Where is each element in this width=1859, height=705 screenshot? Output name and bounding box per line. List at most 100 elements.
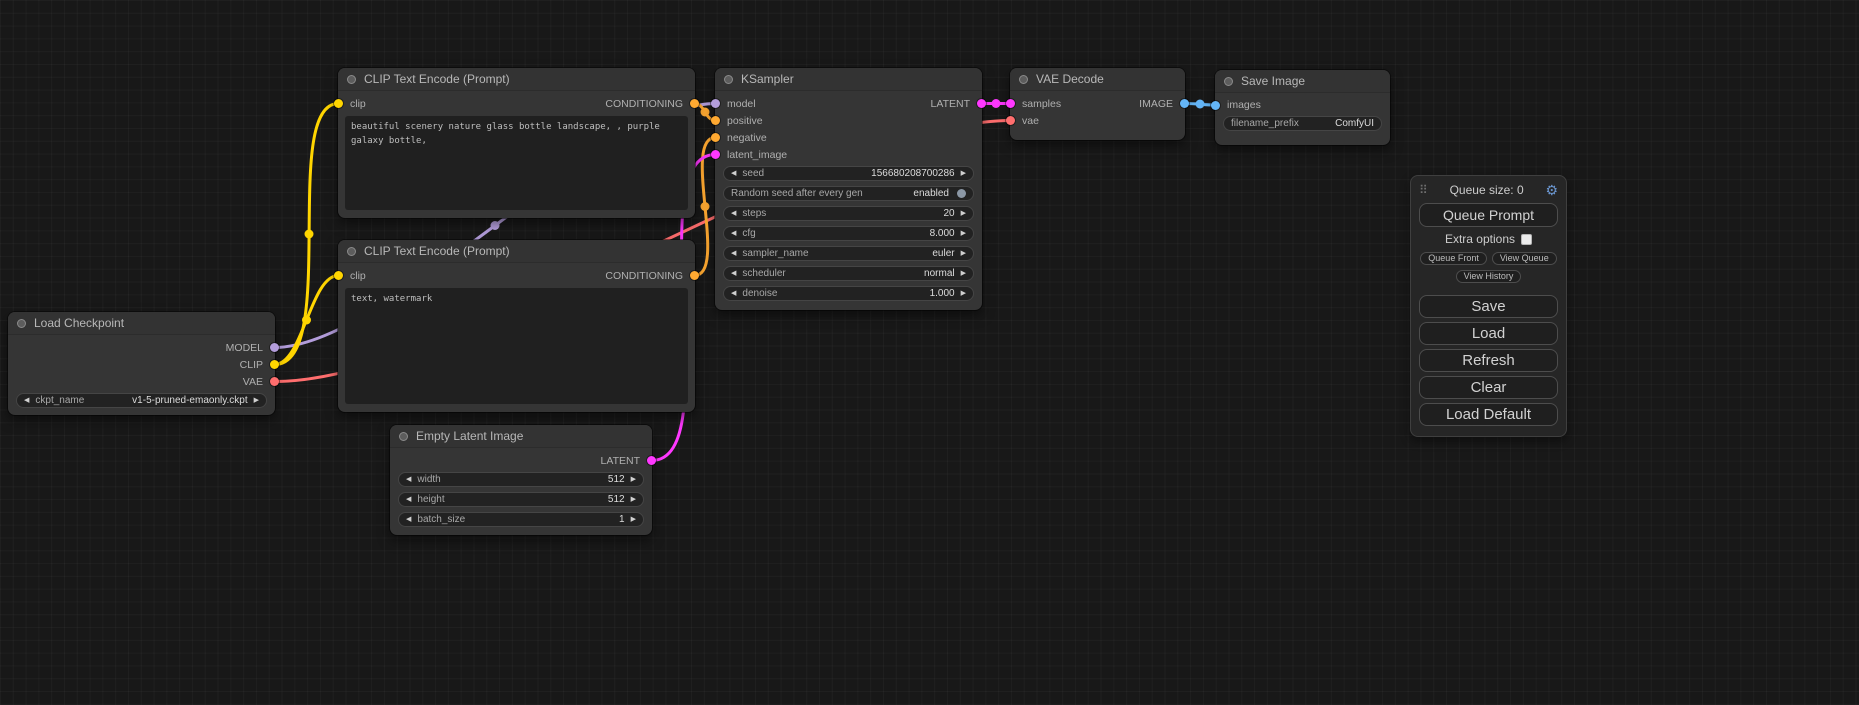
input-slot-samples[interactable] — [1006, 99, 1015, 108]
decrement-arrow-icon[interactable]: ◀ — [24, 397, 29, 404]
increment-arrow-icon[interactable]: ▶ — [961, 210, 966, 217]
decrement-arrow-icon[interactable]: ◀ — [406, 476, 411, 483]
increment-arrow-icon[interactable]: ▶ — [961, 270, 966, 277]
widget-batch-size[interactable]: ◀ batch_size 1 ▶ — [398, 512, 644, 527]
view-queue-button[interactable]: View Queue — [1492, 252, 1557, 265]
wire-conditioning-positive-midpoint-dot[interactable] — [701, 108, 710, 117]
negative-prompt-textarea[interactable]: text, watermark — [345, 288, 688, 404]
decrement-arrow-icon[interactable]: ◀ — [731, 250, 736, 257]
increment-arrow-icon[interactable]: ▶ — [961, 170, 966, 177]
node-save-image[interactable]: Save Image images filename_prefix ComfyU… — [1215, 70, 1390, 145]
input-label-samples: samples — [1022, 98, 1061, 110]
collapse-dot[interactable] — [1224, 77, 1233, 86]
increment-arrow-icon[interactable]: ▶ — [254, 397, 259, 404]
wire-clip-negative-midpoint-dot[interactable] — [302, 316, 311, 325]
positive-prompt-textarea[interactable]: beautiful scenery nature glass bottle la… — [345, 116, 688, 210]
output-slot-model[interactable] — [270, 343, 279, 352]
widget-width[interactable]: ◀ width 512 ▶ — [398, 472, 644, 487]
widget-sampler-name[interactable]: ◀ sampler_name euler ▶ — [723, 246, 974, 261]
widget-random-seed-toggle[interactable]: Random seed after every gen enabled — [723, 186, 974, 201]
decrement-arrow-icon[interactable]: ◀ — [731, 270, 736, 277]
node-empty-latent-image[interactable]: Empty Latent Image LATENT ◀ width 512 ▶ … — [390, 425, 652, 535]
collapse-dot[interactable] — [1019, 75, 1028, 84]
node-title-bar[interactable]: CLIP Text Encode (Prompt) — [338, 68, 695, 91]
collapse-dot[interactable] — [724, 75, 733, 84]
input-slot-clip[interactable] — [334, 99, 343, 108]
input-slot-clip[interactable] — [334, 271, 343, 280]
workflow-buttons: Save Load Refresh Clear Load Default — [1419, 295, 1558, 426]
increment-arrow-icon[interactable]: ▶ — [631, 516, 636, 523]
widget-ckpt-name[interactable]: ◀ ckpt_name v1-5-pruned-emaonly.ckpt ▶ — [16, 393, 267, 408]
node-load-checkpoint[interactable]: Load Checkpoint MODEL CLIP VAE ◀ ckpt_na… — [8, 312, 275, 415]
widget-height[interactable]: ◀ height 512 ▶ — [398, 492, 644, 507]
widget-steps[interactable]: ◀ steps 20 ▶ — [723, 206, 974, 221]
save-button[interactable]: Save — [1419, 295, 1558, 318]
collapse-dot[interactable] — [347, 247, 356, 256]
decrement-arrow-icon[interactable]: ◀ — [406, 516, 411, 523]
increment-arrow-icon[interactable]: ▶ — [961, 290, 966, 297]
output-slot-latent[interactable] — [977, 99, 986, 108]
node-title-bar[interactable]: Save Image — [1215, 70, 1390, 93]
decrement-arrow-icon[interactable]: ◀ — [731, 170, 736, 177]
widget-cfg[interactable]: ◀ cfg 8.000 ▶ — [723, 226, 974, 241]
output-label-image: IMAGE — [1139, 98, 1173, 110]
decrement-arrow-icon[interactable]: ◀ — [731, 210, 736, 217]
drag-handle-icon[interactable]: ⠿ — [1419, 183, 1428, 197]
collapse-dot[interactable] — [399, 432, 408, 441]
input-slot-positive[interactable] — [711, 116, 720, 125]
input-slot-model[interactable] — [711, 99, 720, 108]
queue-prompt-button[interactable]: Queue Prompt — [1419, 203, 1558, 227]
input-slot-vae[interactable] — [1006, 116, 1015, 125]
output-slot-latent[interactable] — [647, 456, 656, 465]
decrement-arrow-icon[interactable]: ◀ — [731, 230, 736, 237]
wire-image-midpoint-dot[interactable] — [1196, 100, 1205, 109]
widget-value: 1.000 — [930, 288, 955, 299]
input-slot-latent-image[interactable] — [711, 150, 720, 159]
decrement-arrow-icon[interactable]: ◀ — [731, 290, 736, 297]
increment-arrow-icon[interactable]: ▶ — [631, 496, 636, 503]
widget-scheduler[interactable]: ◀ scheduler normal ▶ — [723, 266, 974, 281]
wire-model-midpoint-dot[interactable] — [491, 221, 500, 230]
node-clip-text-encode-positive[interactable]: CLIP Text Encode (Prompt) clip CONDITION… — [338, 68, 695, 218]
input-slot-negative[interactable] — [711, 133, 720, 142]
widget-seed[interactable]: ◀ seed 156680208700286 ▶ — [723, 166, 974, 181]
collapse-dot[interactable] — [347, 75, 356, 84]
node-vae-decode[interactable]: VAE Decode samples IMAGE vae — [1010, 68, 1185, 140]
node-title-bar[interactable]: KSampler — [715, 68, 982, 91]
widget-denoise[interactable]: ◀ denoise 1.000 ▶ — [723, 286, 974, 301]
node-title-bar[interactable]: CLIP Text Encode (Prompt) — [338, 240, 695, 263]
load-default-button[interactable]: Load Default — [1419, 403, 1558, 426]
widget-value: v1-5-pruned-emaonly.ckpt — [132, 395, 247, 406]
widget-value: 512 — [608, 494, 625, 505]
node-clip-text-encode-negative[interactable]: CLIP Text Encode (Prompt) clip CONDITION… — [338, 240, 695, 412]
output-slot-clip[interactable] — [270, 360, 279, 369]
node-title-bar[interactable]: Load Checkpoint — [8, 312, 275, 335]
output-slot-vae[interactable] — [270, 377, 279, 386]
widget-label: height — [417, 494, 444, 505]
decrement-arrow-icon[interactable]: ◀ — [406, 496, 411, 503]
settings-gear-icon[interactable]: ⚙ — [1545, 183, 1558, 197]
input-slot-images[interactable] — [1211, 101, 1220, 110]
output-slot-conditioning[interactable] — [690, 271, 699, 280]
clear-button[interactable]: Clear — [1419, 376, 1558, 399]
increment-arrow-icon[interactable]: ▶ — [961, 230, 966, 237]
collapse-dot[interactable] — [17, 319, 26, 328]
output-slot-image[interactable] — [1180, 99, 1189, 108]
wire-clip-positive-midpoint-dot[interactable] — [305, 230, 314, 239]
increment-arrow-icon[interactable]: ▶ — [961, 250, 966, 257]
wire-conditioning-negative-midpoint-dot[interactable] — [701, 202, 710, 211]
toggle-dot[interactable] — [957, 189, 966, 198]
widget-value: 20 — [943, 208, 954, 219]
view-history-button[interactable]: View History — [1456, 270, 1522, 283]
output-slot-conditioning[interactable] — [690, 99, 699, 108]
node-title-bar[interactable]: Empty Latent Image — [390, 425, 652, 448]
widget-filename-prefix[interactable]: filename_prefix ComfyUI — [1223, 116, 1382, 131]
wire-latent-samples-midpoint-dot[interactable] — [992, 99, 1001, 108]
queue-front-button[interactable]: Queue Front — [1420, 252, 1487, 265]
load-button[interactable]: Load — [1419, 322, 1558, 345]
extra-options-checkbox[interactable] — [1521, 234, 1532, 245]
node-ksampler[interactable]: KSampler model LATENT positive negative — [715, 68, 982, 310]
increment-arrow-icon[interactable]: ▶ — [631, 476, 636, 483]
refresh-button[interactable]: Refresh — [1419, 349, 1558, 372]
node-title-bar[interactable]: VAE Decode — [1010, 68, 1185, 91]
